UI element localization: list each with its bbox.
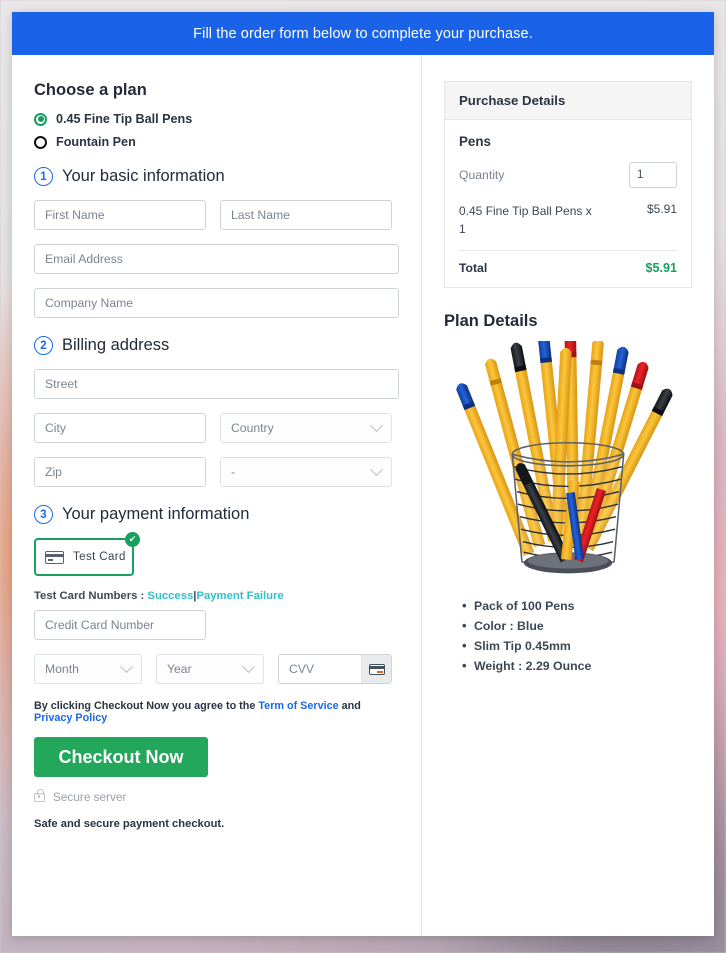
item-group-title: Pens: [459, 134, 492, 149]
quantity-row: Quantity: [459, 162, 677, 188]
plan-option-label: 0.45 Fine Tip Ball Pens: [56, 112, 193, 126]
credit-card-number-input[interactable]: Credit Card Number: [34, 610, 206, 640]
header-banner: Fill the order form below to complete yo…: [12, 12, 714, 55]
state-select-value: -: [231, 465, 236, 479]
step-title: Billing address: [62, 336, 170, 354]
company-field-row: Company Name: [34, 288, 399, 318]
step-billing-address: 2 Billing address: [34, 336, 399, 355]
step-title: Your payment information: [62, 505, 250, 523]
line-item-description: 0.45 Fine Tip Ball Pens x 1: [459, 204, 592, 236]
line-item-row: 0.45 Fine Tip Ball Pens x 1 $5.91: [459, 202, 677, 238]
list-item: Pack of 100 Pens: [462, 598, 692, 613]
first-name-input[interactable]: First Name: [34, 200, 206, 230]
test-card-numbers-line: Test Card Numbers : Success|Payment Fail…: [34, 590, 399, 602]
terms-conjunction: and: [341, 700, 361, 712]
country-select-value: Country: [231, 421, 274, 435]
test-card-option[interactable]: ✔ Test Card: [34, 532, 140, 576]
terms-agreement-text: By clicking Checkout Now you agree to th…: [34, 700, 399, 724]
test-card-label: Test Card: [73, 551, 126, 563]
purchase-details-panel: Purchase Details Pens Quantity 0.45 Fine…: [444, 81, 692, 288]
company-name-input[interactable]: Company Name: [34, 288, 399, 318]
city-country-row: City Country: [34, 413, 399, 443]
content-columns: Choose a plan 0.45 Fine Tip Ball Pens Fo…: [12, 55, 714, 936]
cvv-help-button[interactable]: [361, 655, 391, 683]
quantity-input[interactable]: [629, 162, 677, 188]
radio-icon-selected[interactable]: [34, 112, 47, 126]
check-circle-icon: ✔: [125, 532, 140, 547]
terms-prefix: By clicking Checkout Now you agree to th…: [34, 700, 256, 712]
term-of-service-link[interactable]: Term of Service: [258, 700, 338, 712]
banner-text: Fill the order form below to complete yo…: [193, 25, 533, 42]
zip-input[interactable]: Zip: [34, 457, 206, 487]
test-numbers-prefix: Test Card Numbers :: [34, 590, 145, 602]
safe-checkout-note: Safe and secure payment checkout.: [34, 818, 225, 830]
step-basic-information: 1 Your basic information: [34, 167, 399, 186]
step-number-badge: 1: [34, 167, 53, 186]
privacy-policy-link[interactable]: Privacy Policy: [34, 712, 107, 724]
credit-card-row: Credit Card Number: [34, 610, 399, 640]
cvv-placeholder: CVV: [289, 662, 315, 676]
street-input[interactable]: Street: [34, 369, 399, 399]
chevron-down-icon: [120, 659, 133, 673]
plan-option-ball-pens[interactable]: 0.45 Fine Tip Ball Pens: [34, 112, 399, 126]
email-input[interactable]: Email Address: [34, 244, 399, 274]
credit-card-icon: [45, 550, 64, 564]
expiry-month-select[interactable]: Month: [34, 654, 142, 684]
expiry-year-value: Year: [167, 662, 192, 676]
total-label: Total: [459, 261, 488, 275]
payment-failure-test-card-link[interactable]: Payment Failure: [196, 590, 283, 602]
checkout-card: Fill the order form below to complete yo…: [12, 12, 714, 936]
secure-server-label: Secure server: [53, 790, 127, 804]
chevron-down-icon: [370, 462, 383, 476]
divider: [459, 250, 677, 251]
street-field-row: Street: [34, 369, 399, 399]
list-item: Weight : 2.29 Ounce: [462, 658, 692, 673]
state-select[interactable]: -: [220, 457, 392, 487]
line-item-amount: $5.91: [646, 202, 677, 216]
plan-option-fountain-pen[interactable]: Fountain Pen: [34, 135, 399, 149]
lock-icon: [34, 788, 45, 802]
card-back-icon: [368, 663, 385, 675]
success-test-card-link[interactable]: Success: [147, 590, 193, 602]
city-input[interactable]: City: [34, 413, 206, 443]
total-row: Total $5.91: [459, 261, 677, 275]
summary-column: Purchase Details Pens Quantity 0.45 Fine…: [422, 55, 714, 936]
email-field-row: Email Address: [34, 244, 399, 274]
chevron-down-icon: [242, 659, 255, 673]
chevron-down-icon: [370, 418, 383, 432]
purchase-details-header: Purchase Details: [445, 82, 691, 120]
zip-state-row: Zip -: [34, 457, 399, 487]
name-field-row: First Name Last Name: [34, 200, 399, 230]
expiry-year-select[interactable]: Year: [156, 654, 264, 684]
total-amount: $5.91: [645, 261, 677, 275]
step-title: Your basic information: [62, 167, 225, 185]
order-form-column: Choose a plan 0.45 Fine Tip Ball Pens Fo…: [12, 55, 422, 936]
expiry-cvv-row: Month Year CVV: [34, 654, 399, 684]
country-select[interactable]: Country: [220, 413, 392, 443]
plan-option-label: Fountain Pen: [56, 135, 136, 149]
last-name-input[interactable]: Last Name: [220, 200, 392, 230]
plan-details-bullet-list: Pack of 100 Pens Color : Blue Slim Tip 0…: [462, 598, 692, 673]
choose-plan-heading: Choose a plan: [34, 81, 147, 99]
list-item: Slim Tip 0.45mm: [462, 638, 692, 653]
secure-server-row: Secure server: [34, 788, 399, 804]
checkout-now-button[interactable]: Checkout Now: [34, 737, 208, 777]
list-item: Color : Blue: [462, 618, 692, 633]
plan-details-heading: Plan Details: [444, 312, 538, 330]
step-number-badge: 3: [34, 505, 53, 524]
pen-cup-photo: [456, 341, 673, 574]
step-payment-information: 3 Your payment information: [34, 505, 399, 524]
radio-icon-unselected[interactable]: [34, 135, 47, 149]
quantity-label: Quantity: [459, 168, 505, 182]
expiry-month-value: Month: [45, 662, 79, 676]
purchase-details-body: Pens Quantity 0.45 Fine Tip Ball Pens x …: [445, 120, 691, 287]
cvv-input[interactable]: CVV: [278, 654, 392, 684]
step-number-badge: 2: [34, 336, 53, 355]
